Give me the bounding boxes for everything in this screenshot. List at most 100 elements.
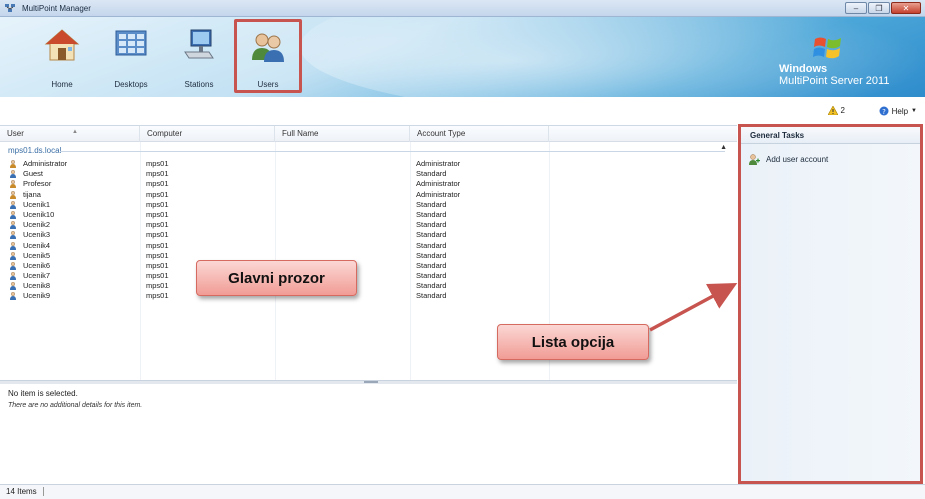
table-row[interactable]: Guest mps01 Standard: [0, 169, 737, 179]
help-icon: ?: [879, 106, 889, 116]
cell-computer: mps01: [146, 199, 169, 209]
cell-user: Ucenik7: [23, 271, 51, 281]
help-menu[interactable]: ? Help ▼: [879, 106, 917, 116]
brand-line-2: MultiPoint Server 2011: [779, 75, 890, 87]
admin-user-icon: [10, 180, 16, 189]
tasks-header: General Tasks: [741, 127, 920, 144]
main-window-callout: Glavni prozor: [196, 260, 357, 296]
cell-account-type: Standard: [416, 209, 447, 219]
cell-computer: mps01: [146, 271, 169, 281]
warning-icon: [827, 106, 838, 115]
admin-user-icon: [10, 190, 16, 199]
cell-account-type: Standard: [416, 230, 447, 240]
windows-flag-icon: [813, 37, 841, 59]
minimize-icon: –: [853, 3, 859, 13]
desktops-icon: [115, 30, 147, 56]
table-row[interactable]: Ucenik10 mps01 Standard: [0, 210, 737, 220]
details-pane: No item is selected. There are no additi…: [0, 384, 737, 483]
cell-account-type: Standard: [416, 281, 447, 291]
column-header-account-type[interactable]: Account Type: [410, 126, 549, 142]
table-row[interactable]: Ucenik4 mps01 Standard: [0, 241, 737, 251]
user-icon: [10, 282, 16, 291]
add-user-account-link[interactable]: Add user account: [748, 154, 828, 165]
nav-stations-label: Stations: [184, 80, 214, 89]
status-bar: 14 Items: [0, 484, 925, 499]
column-header-computer[interactable]: Computer: [140, 126, 275, 142]
title-bar: MultiPoint Manager – ❐ ✕: [0, 0, 925, 17]
tasks-panel: General Tasks Add user account: [738, 124, 923, 484]
cell-user: Ucenik4: [23, 240, 51, 250]
user-icon: [10, 261, 16, 270]
svg-text:?: ?: [882, 108, 886, 116]
restore-icon: ❐: [875, 3, 883, 13]
cell-computer: mps01: [146, 240, 169, 250]
nav-desktops-label: Desktops: [114, 80, 148, 89]
cell-computer: mps01: [146, 220, 169, 230]
cell-account-type: Standard: [416, 271, 447, 281]
cell-account-type: Administrator: [416, 179, 461, 189]
table-header: User ▲ Computer Full Name Account Type: [0, 126, 737, 142]
collapse-group-icon[interactable]: ▲: [720, 144, 727, 151]
details-message: There are no additional details for this…: [8, 402, 143, 409]
cell-account-type: Standard: [416, 199, 447, 209]
cell-computer: mps01: [146, 169, 169, 179]
cell-user: Guest: [23, 169, 44, 179]
cell-user: Ucenik1: [23, 199, 51, 209]
help-label: Help: [891, 106, 909, 116]
user-icon: [10, 231, 16, 240]
user-icon: [10, 241, 16, 250]
user-icon: [10, 251, 16, 260]
cell-computer: mps01: [146, 209, 169, 219]
cell-user: Ucenik9: [23, 291, 51, 301]
details-title: No item is selected.: [8, 389, 78, 398]
cell-account-type: Standard: [416, 260, 447, 270]
restore-button[interactable]: ❐: [868, 2, 890, 14]
close-button[interactable]: ✕: [891, 2, 921, 14]
cell-user: Ucenik2: [23, 220, 51, 230]
nav-users-button[interactable]: Users: [234, 19, 302, 93]
table-row[interactable]: Ucenik5 mps01 Standard: [0, 251, 737, 261]
user-icon: [10, 221, 16, 230]
minimize-button[interactable]: –: [845, 2, 867, 14]
table-row[interactable]: Ucenik2 mps01 Standard: [0, 220, 737, 230]
stations-icon: [184, 29, 214, 59]
nav-home-label: Home: [51, 80, 73, 89]
windows-multipoint-logo: Windows MultiPoint Server 2011: [779, 37, 919, 97]
cell-user: Profesor: [23, 179, 52, 189]
table-row[interactable]: Ucenik3 mps01 Standard: [0, 230, 737, 240]
table-row[interactable]: Ucenik9 mps01 Standard: [0, 291, 737, 301]
nav-home-button[interactable]: Home: [31, 20, 93, 90]
column-header-user[interactable]: User ▲: [0, 126, 140, 142]
user-icon: [10, 272, 16, 281]
options-list-callout: Lista opcija: [497, 324, 649, 360]
table-row[interactable]: Administrator mps01 Administrator: [0, 159, 737, 169]
nav-desktops-button[interactable]: Desktops: [100, 20, 162, 90]
table-row[interactable]: Ucenik1 mps01 Standard: [0, 200, 737, 210]
add-user-icon: [749, 154, 760, 165]
table-row[interactable]: Profesor mps01 Administrator: [0, 179, 737, 189]
column-header-full-name[interactable]: Full Name: [275, 126, 410, 142]
table-row[interactable]: tijana mps01 Administrator: [0, 190, 737, 200]
table-body: Administrator mps01 Administrator Guest mps0…: [0, 159, 737, 302]
admin-user-icon: [10, 160, 16, 168]
table-row[interactable]: Ucenik8 mps01 Standard: [0, 281, 737, 291]
table-row[interactable]: Ucenik7 mps01 Standard: [0, 271, 737, 281]
options-list-callout-label: Lista opcija: [531, 333, 615, 351]
brand-line-1: Windows: [779, 63, 828, 75]
user-icon: [10, 170, 16, 179]
nav-stations-button[interactable]: Stations: [168, 20, 230, 90]
cell-user: Ucenik6: [23, 260, 51, 270]
nav-users-label: Users: [257, 80, 279, 89]
add-user-account-label: Add user account: [766, 155, 829, 164]
cell-computer: mps01: [146, 230, 169, 240]
warning-count: 2: [840, 106, 845, 115]
warning-indicator[interactable]: 2: [827, 106, 845, 115]
cell-account-type: Administrator: [416, 189, 461, 199]
group-header[interactable]: mps01.ds.local: [8, 146, 61, 155]
cell-user: Administrator: [23, 159, 68, 168]
cell-computer: mps01: [146, 260, 169, 270]
user-icon: [10, 292, 16, 301]
table-row[interactable]: Ucenik6 mps01 Standard: [0, 261, 737, 271]
help-toolbar: 2 ? Help ▼: [0, 97, 925, 124]
navigation-ribbon: Home Desktops Stations Users Windows Mul…: [0, 17, 925, 97]
